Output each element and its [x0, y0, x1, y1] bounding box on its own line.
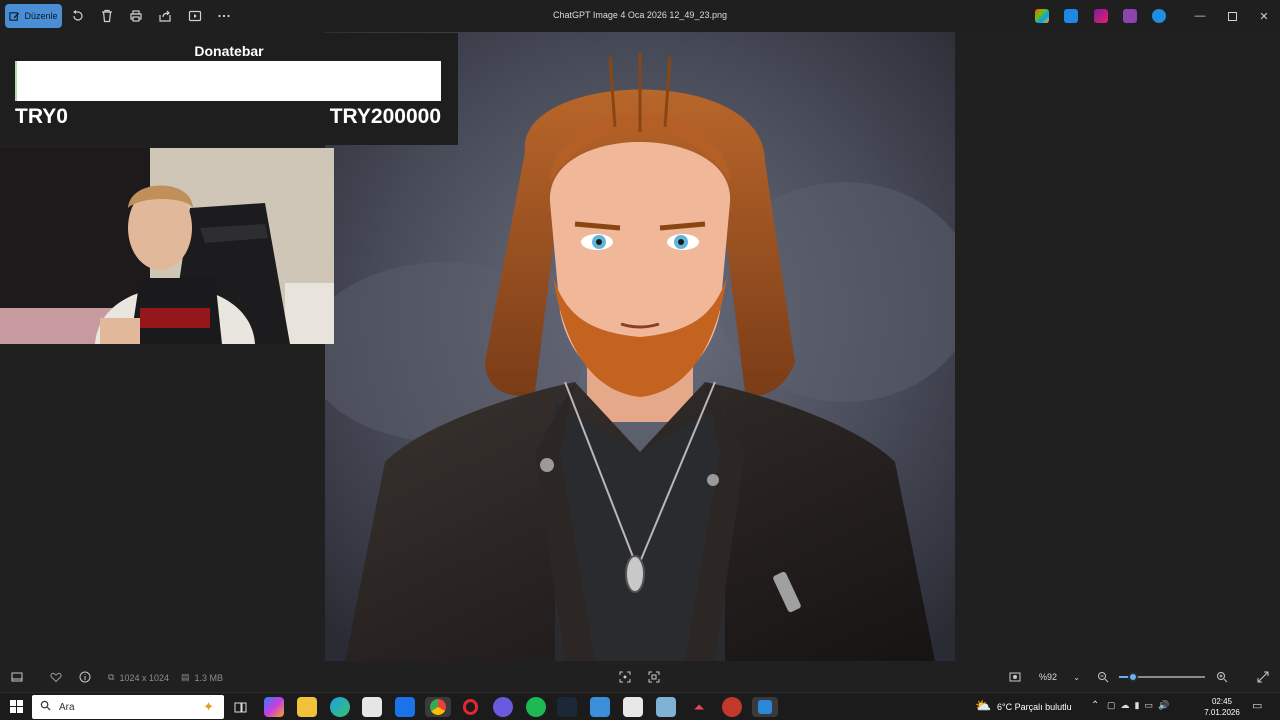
spotify-icon[interactable]	[526, 697, 546, 717]
outlook-icon[interactable]	[395, 697, 415, 717]
taskbar-search[interactable]: Ara ✦	[32, 695, 224, 719]
info-icon[interactable]	[78, 670, 92, 684]
taskbar-clock[interactable]: 02:45 7.01.2026	[1200, 696, 1244, 718]
notes-icon[interactable]	[656, 697, 676, 717]
steam-icon[interactable]	[557, 697, 577, 717]
select-icon[interactable]	[647, 670, 661, 684]
donatebar-progress	[15, 61, 441, 101]
window-title: ChatGPT Image 4 Oca 2026 12_49_23.png	[553, 10, 727, 20]
photo-editor-icon[interactable]	[1064, 9, 1078, 23]
minimize-button[interactable]: —	[1192, 8, 1208, 24]
app-icon-x[interactable]	[623, 697, 643, 717]
clock-date: 7.01.2026	[1204, 708, 1240, 717]
copilot-icon[interactable]	[1035, 9, 1049, 23]
edge-icon[interactable]	[330, 697, 350, 717]
maximize-icon	[1227, 11, 1237, 21]
file-explorer-icon[interactable]	[297, 697, 317, 717]
image-dimensions: ⧉ 1024 x 1024	[108, 672, 169, 683]
zoom-value: %92	[1039, 672, 1058, 682]
clipchamp-icon[interactable]	[1094, 9, 1108, 23]
weather-text[interactable]: 6°C Parçalı bulutlu	[997, 702, 1072, 712]
zoom-in-icon[interactable]	[1215, 670, 1229, 684]
clock-time: 02:45	[1211, 697, 1233, 706]
fullscreen-icon[interactable]	[1256, 670, 1270, 684]
opera-icon[interactable]	[460, 697, 480, 717]
zoom-dropdown[interactable]: %92 ⌄	[1033, 667, 1086, 687]
file-size-value: 1.3 MB	[194, 672, 224, 683]
tray-icons[interactable]: ▢☁▮▭🔊	[1107, 700, 1174, 711]
webcam-illustration	[0, 148, 334, 344]
photos-icon[interactable]	[752, 697, 778, 717]
search-highlight-icon: ✦	[203, 699, 214, 714]
vpn-icon[interactable]	[590, 697, 610, 717]
onedrive-icon[interactable]	[1152, 9, 1166, 23]
task-view-icon[interactable]	[230, 697, 250, 717]
file-size-icon: ▤	[181, 672, 190, 682]
start-button[interactable]	[10, 700, 23, 713]
screen-recorder-icon[interactable]	[722, 697, 742, 717]
chevron-down-icon: ⌄	[1073, 672, 1080, 682]
donatebar-max-label: TRY200000	[329, 105, 441, 128]
favorite-icon[interactable]	[49, 670, 63, 684]
dimensions-icon: ⧉	[108, 672, 115, 682]
donatebar-title: Donatebar	[194, 43, 264, 59]
zoom-out-icon[interactable]	[1096, 670, 1110, 684]
taskbar: Ara ✦ ⏶ ⛅ 6°C Parçalı bulutlu ⌃ ▢☁▮▭🔊 02…	[0, 692, 1280, 720]
maximize-button[interactable]	[1224, 8, 1240, 24]
search-placeholder: Ara	[59, 701, 75, 713]
notification-icon[interactable]: ▭	[1252, 699, 1262, 712]
chrome-icon[interactable]	[425, 697, 451, 717]
webcam-feed	[0, 148, 334, 344]
acrobat-icon[interactable]: ⏶	[689, 697, 709, 717]
filmstrip-icon[interactable]	[10, 670, 24, 684]
designer-icon[interactable]	[1123, 9, 1137, 23]
store-icon[interactable]	[362, 697, 382, 717]
dimensions-value: 1024 x 1024	[119, 672, 169, 683]
weather-icon[interactable]: ⛅	[975, 698, 991, 714]
tray-chevron-icon[interactable]: ⌃	[1091, 700, 1099, 711]
title-bar: Düzenle ChatGPT Image 4 Oca 2026 12_49_2…	[0, 0, 1280, 32]
copilot-taskbar-icon[interactable]	[264, 697, 284, 717]
fit-icon[interactable]	[1008, 670, 1022, 684]
search-icon	[40, 700, 51, 714]
crop-icon[interactable]	[618, 670, 632, 684]
close-button[interactable]: ✕	[1256, 8, 1272, 24]
file-size: ▤ 1.3 MB	[181, 672, 223, 683]
donatebar-min-label: TRY0	[15, 105, 68, 128]
obs-icon[interactable]	[493, 697, 513, 717]
zoom-slider-thumb[interactable]	[1127, 672, 1138, 682]
donatebar-widget: Donatebar TRY0 TRY200000	[0, 33, 458, 145]
